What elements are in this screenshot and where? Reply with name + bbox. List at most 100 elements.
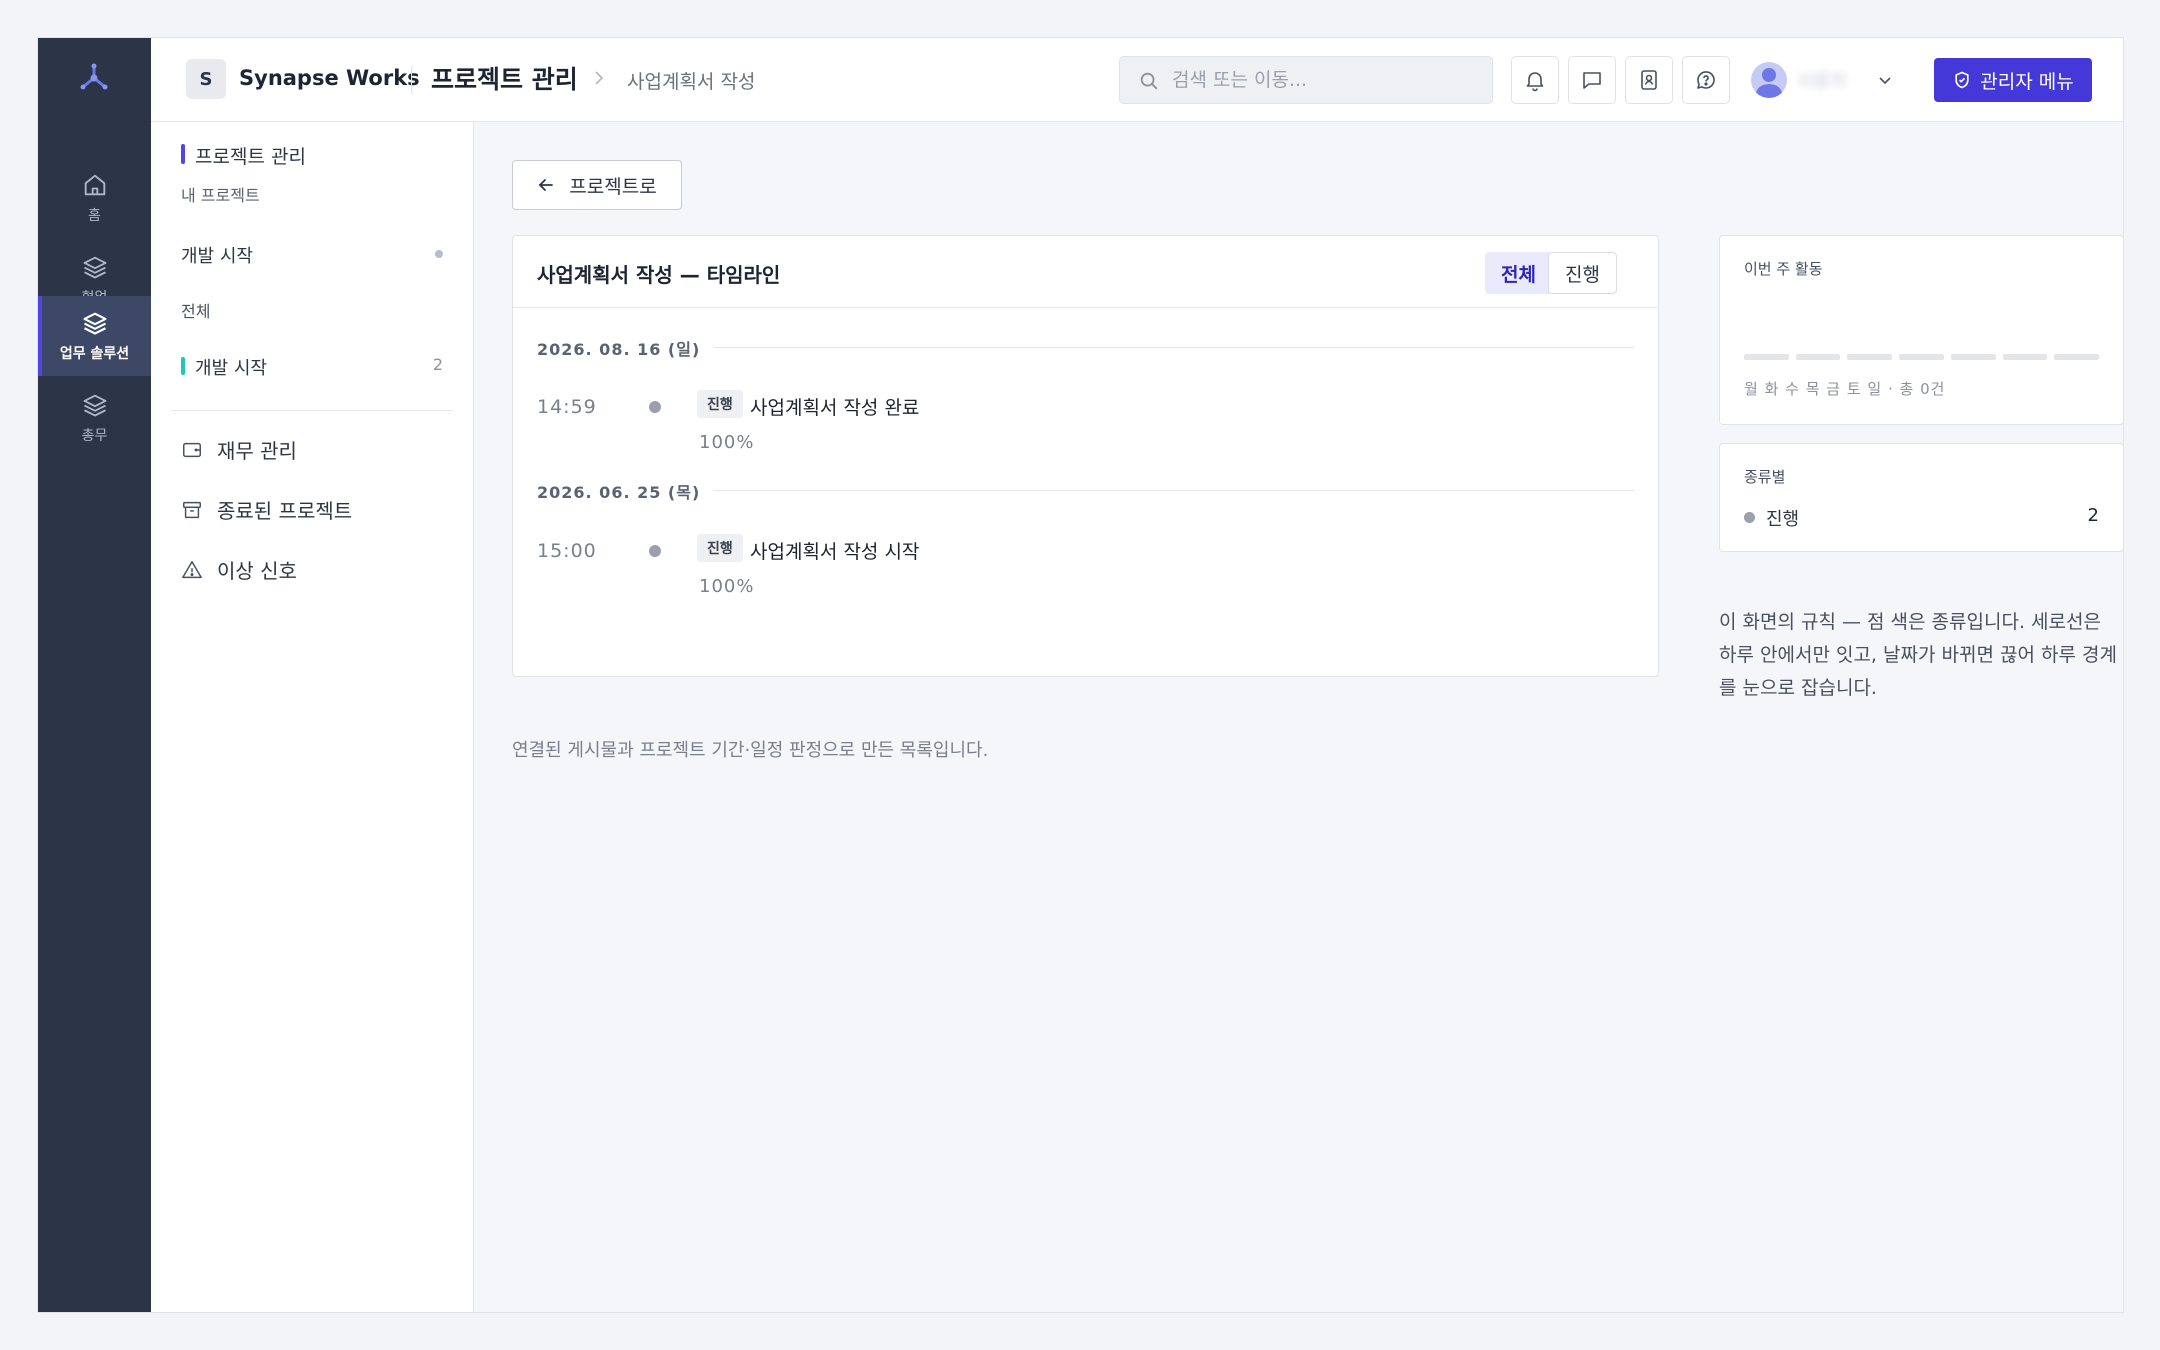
help-button[interactable] <box>1682 56 1730 104</box>
layers-icon <box>83 394 106 417</box>
kind-breakdown-card: 종류별 진행 2 <box>1719 443 2124 552</box>
kind-dot <box>1744 512 1755 523</box>
day-bar <box>2054 354 2100 360</box>
rail-item-label: 업무 솔루션 <box>59 346 130 362</box>
sidebar-title: 프로젝트 관리 <box>181 142 306 169</box>
user-name: 사용자 <box>1797 71 1847 92</box>
help-icon <box>1697 71 1715 89</box>
sidebar-item-finance[interactable]: 재무 관리 <box>181 435 297 464</box>
screen-rules-note: 이 화면의 규칙 — 점 색은 종류입니다. 세로선은 하루 안에서만 잇고, … <box>1719 611 2117 699</box>
contacts-button[interactable] <box>1625 56 1673 104</box>
workspace-badge[interactable]: S <box>186 59 226 99</box>
day-bar <box>1847 354 1893 360</box>
notifications-button[interactable] <box>1511 56 1559 104</box>
day-label: 2026. 08. 16 (일) <box>537 336 715 360</box>
rail-item-label: 홈 <box>88 208 101 224</box>
avatar <box>1751 62 1787 98</box>
sidebar-item-anomaly[interactable]: 이상 신호 <box>181 555 297 584</box>
app-logo-icon[interactable] <box>76 60 112 96</box>
filter-progress-tab[interactable]: 진행 <box>1548 252 1617 294</box>
warning-icon <box>182 560 202 578</box>
user-menu[interactable]: 사용자 <box>1751 58 1893 102</box>
kind-count: 2 <box>2087 505 2099 526</box>
event-tag: 진행 <box>697 534 743 562</box>
search-box[interactable] <box>1119 56 1493 104</box>
event-text: 사업계획서 작성 완료 <box>750 397 920 419</box>
event-progress: 100% <box>699 576 755 597</box>
timeline-header: 사업계획서 작성 — 타임라인 전체 진행 <box>513 236 1658 308</box>
admin-menu-button[interactable]: 관리자 메뉴 <box>1934 58 2092 102</box>
project-count: 2 <box>432 355 443 374</box>
page-title[interactable]: 프로젝트 관리 <box>431 60 578 96</box>
layers-icon <box>82 312 107 335</box>
home-icon <box>84 174 105 196</box>
filter-all-tab[interactable]: 전체 <box>1485 252 1552 294</box>
kind-breakdown-title: 종류별 <box>1744 468 1786 486</box>
shield-check-icon <box>1955 71 1969 89</box>
event-time: 15:00 <box>537 540 597 562</box>
divider <box>411 66 412 94</box>
app-rail: 홈 협업 업무 솔루션 총무 <box>38 38 151 1312</box>
rail-item-label: 총무 <box>81 428 108 444</box>
day-bar <box>2002 354 2048 360</box>
status-dot <box>435 250 443 258</box>
kind-row[interactable]: 진행 2 <box>1744 504 2099 530</box>
timeline-event[interactable]: 15:00 진행 사업계획서 작성 시작 100% <box>537 532 1634 604</box>
timeline-footnote: 연결된 게시물과 프로젝트 기간·일정 판정으로 만든 목록입니다. <box>512 740 989 761</box>
timeline-title: 사업계획서 작성 — 타임라인 <box>537 263 781 287</box>
workspace-name[interactable]: Synapse Works <box>239 66 420 90</box>
top-bar: S Synapse Works 프로젝트 관리 사업계획서 작성 사용자 <box>151 38 2123 122</box>
sidebar-nav-label: 이상 신호 <box>217 559 297 583</box>
event-tag: 진행 <box>697 390 743 418</box>
sidebar-group-label: 개발 시작 <box>181 246 253 267</box>
admin-menu-label: 관리자 메뉴 <box>1980 70 2074 93</box>
day-label: 2026. 06. 25 (목) <box>537 479 715 503</box>
project-name: 개발 시작 <box>195 358 267 379</box>
event-progress: 100% <box>699 432 755 453</box>
rail-item-work-solution[interactable]: 업무 솔루션 <box>38 296 151 376</box>
messages-button[interactable] <box>1568 56 1616 104</box>
weekly-activity-card: 이번 주 활동 월 화 수 목 금 토 일 · 총 0건 <box>1719 235 2124 425</box>
day-separator: 2026. 08. 16 (일) <box>537 336 1634 360</box>
search-input[interactable] <box>1172 65 1472 95</box>
app-frame: 홈 협업 업무 솔루션 총무 S Synapse Works 프로젝트 관리 사… <box>37 37 2124 1313</box>
search-icon <box>1140 72 1158 90</box>
weekly-activity-bars <box>1744 354 2100 360</box>
kind-name: 진행 <box>1766 509 1800 530</box>
back-to-projects-button[interactable]: 프로젝트로 <box>512 160 682 210</box>
event-text: 사업계획서 작성 시작 <box>750 541 920 563</box>
event-dot <box>649 545 661 557</box>
rail-item-home[interactable]: 홈 <box>38 158 151 238</box>
sidebar-nav-label: 종료된 프로젝트 <box>217 499 353 523</box>
sidebar-subtitle: 내 프로젝트 <box>181 186 260 205</box>
sidebar-nav-label: 재무 관리 <box>217 439 297 463</box>
chevron-right-icon <box>595 71 604 85</box>
sidebar: 프로젝트 관리 내 프로젝트 개발 시작 전체 개발 시작 2 재무 관리 종료… <box>151 122 474 1312</box>
day-bar <box>1899 354 1944 360</box>
divider <box>171 410 453 411</box>
breadcrumb: 사업계획서 작성 <box>627 71 756 93</box>
day-bar <box>1950 354 1996 360</box>
day-bar <box>1744 354 1789 360</box>
timeline-event[interactable]: 14:59 진행 사업계획서 작성 완료 100% <box>537 388 1634 460</box>
chat-icon <box>1583 72 1601 89</box>
sidebar-item-all[interactable]: 전체 <box>181 298 210 322</box>
chevron-down-icon <box>1879 77 1891 85</box>
wallet-icon <box>183 442 201 457</box>
timeline-card: 사업계획서 작성 — 타임라인 전체 진행 2026. 08. 16 (일) 1… <box>512 235 1659 677</box>
event-time: 14:59 <box>537 396 597 418</box>
rail-item-general-affairs[interactable]: 총무 <box>38 378 151 458</box>
weekly-activity-title: 이번 주 활동 <box>1744 260 1823 278</box>
day-bar <box>1795 354 1841 360</box>
back-button-label: 프로젝트로 <box>569 175 657 198</box>
bell-icon <box>1526 72 1544 92</box>
sidebar-item-closed-projects[interactable]: 종료된 프로젝트 <box>181 495 352 524</box>
sidebar-group-dev-start[interactable]: 개발 시작 <box>181 242 443 268</box>
arrow-left-icon <box>539 179 554 191</box>
layers-icon <box>83 256 106 279</box>
sidebar-item-project[interactable]: 개발 시작 2 <box>181 354 443 380</box>
contacts-icon <box>1641 70 1657 90</box>
event-dot <box>649 401 661 413</box>
weekly-activity-caption: 월 화 수 목 금 토 일 · 총 0건 <box>1744 380 1946 398</box>
archive-icon <box>183 501 201 518</box>
